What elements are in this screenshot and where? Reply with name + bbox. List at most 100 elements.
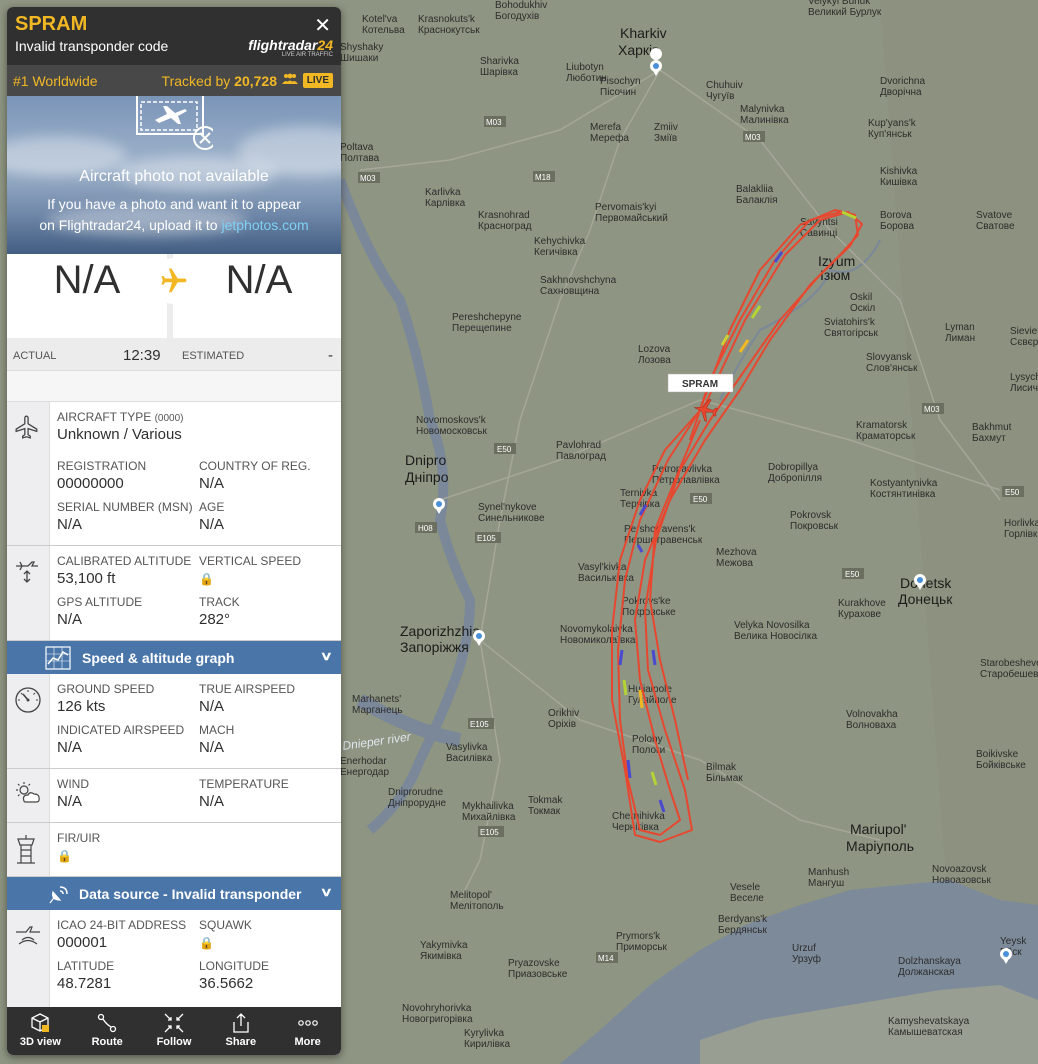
- flightradar24-logo[interactable]: flightradar24 LIVE AIR TRAFFIC: [248, 37, 333, 58]
- city-label-local: Оріхів: [548, 719, 576, 730]
- city-dnipro: Dnipro: [405, 452, 446, 468]
- route-icon: [98, 1013, 117, 1033]
- city-label: Sharivka: [480, 56, 519, 67]
- svg-text:E50: E50: [497, 445, 512, 454]
- city-label: Pokrovsk: [790, 510, 832, 521]
- city-label-local: Волноваха: [846, 720, 897, 731]
- flight-subtitle: Invalid transponder code: [15, 38, 169, 54]
- city-label: Kurakhove: [838, 598, 886, 609]
- route-button[interactable]: Route: [74, 1007, 141, 1055]
- city-label-local: Приморськ: [616, 942, 668, 953]
- city-label-local: Синельникове: [478, 513, 545, 524]
- satellite-icon: [49, 886, 68, 904]
- data-source-toggle[interactable]: Data source - Invalid transponder ∨: [7, 877, 341, 910]
- city-label-local: Добропілля: [768, 472, 822, 484]
- city-label: Dolzhanskaya: [898, 956, 961, 967]
- city-label-local: Перещепине: [452, 323, 512, 334]
- city-label-local: Котельва: [362, 25, 405, 36]
- aircraft-type-label: AIRCRAFT TYPE (0000): [57, 410, 184, 424]
- wind-label: WIND: [57, 777, 89, 791]
- more-button[interactable]: More: [274, 1007, 341, 1055]
- city-label-local: Должанская: [898, 967, 954, 978]
- altitude-section: CALIBRATED ALTITUDE 53,100 ft VERTICAL SP…: [7, 546, 341, 641]
- city-label-local: Лиман: [945, 333, 975, 344]
- city-label-local: Петропавлівка: [652, 475, 720, 486]
- photo-text: If you have a photo and want it to appea…: [39, 196, 309, 233]
- control-tower-icon: [17, 835, 35, 864]
- aircraft-section: AIRCRAFT TYPE (0000) Unknown / Various R…: [7, 402, 341, 546]
- city-label: Novoazovsk: [932, 864, 987, 875]
- city-label-local: Пісочин: [600, 87, 636, 98]
- aircraft-photo-placeholder: Aircraft photo not available If you have…: [7, 96, 341, 254]
- route-section: N/A N/A ACTUAL 12:39 ESTIMATED -: [7, 254, 341, 371]
- city-label-local: Сватове: [976, 221, 1015, 232]
- city-label: Chuhuiv: [706, 80, 743, 91]
- lock-icon[interactable]: 🔒: [199, 936, 214, 950]
- city-label-local: Костянтинівка: [870, 489, 936, 500]
- temperature-label: TEMPERATURE: [199, 777, 289, 791]
- city-label-local: Більмак: [706, 773, 743, 784]
- city-label: Svatove: [976, 210, 1013, 221]
- city-label: Merefa: [590, 122, 622, 133]
- rank-bar: #1 Worldwide Tracked by 20,728 LIVE: [7, 65, 341, 96]
- city-label-local: Оскіл: [850, 303, 875, 314]
- city-label: Dobropillya: [768, 462, 818, 473]
- city-label: Pryazovske: [508, 958, 560, 969]
- city-label: Kotel'va: [362, 14, 398, 25]
- city-label-local: Кегичівка: [534, 247, 578, 258]
- origin-airport[interactable]: N/A: [7, 254, 167, 338]
- transponder-icon: [16, 926, 40, 945]
- city-label: Velykyi Burluk: [808, 0, 871, 7]
- country-value: N/A: [199, 475, 225, 492]
- city-label: Kup'yans'k: [868, 118, 917, 129]
- city-label-local: Сєвєродонецьк: [1010, 337, 1038, 348]
- city-label-local: Лисичанськ: [1010, 383, 1038, 394]
- city-label: Yeysk: [1000, 936, 1027, 947]
- longitude-value: 36.5662: [199, 975, 254, 992]
- city-label: Bohodukhiv: [495, 0, 547, 11]
- city-label: Volnovakha: [846, 709, 898, 720]
- weather-section: WIND N/A TEMPERATURE N/A: [7, 769, 341, 823]
- city-label-local: Святогірськ: [824, 328, 879, 339]
- city-label-local: Павлоград: [556, 451, 606, 462]
- city-label-local: Урзуф: [792, 953, 821, 965]
- speed-altitude-graph-toggle[interactable]: Speed & altitude graph ∨: [7, 641, 341, 674]
- fir-section: FIR/UIR 🔒: [7, 823, 341, 877]
- city-label-local: Куп'янськ: [868, 129, 912, 140]
- city-kharkiv: Kharkiv: [620, 25, 667, 41]
- share-button[interactable]: Share: [207, 1007, 274, 1055]
- city-label-local: Богодухів: [495, 11, 539, 22]
- city-label: Balakliia: [736, 184, 774, 195]
- people-icon: [282, 73, 298, 88]
- actual-time: 12:39: [123, 347, 161, 364]
- city-label: Krasnohrad: [478, 210, 530, 221]
- track-value: 282°: [199, 611, 231, 628]
- more-icon: [297, 1020, 318, 1026]
- 3d-view-button[interactable]: 3D view: [7, 1007, 74, 1055]
- city-label-local: Токмак: [528, 806, 561, 817]
- city-label-local: Новомиколаївка: [560, 635, 636, 646]
- lock-icon[interactable]: 🔒: [57, 849, 72, 863]
- city-label-local: Кишівка: [880, 177, 918, 188]
- city-label-local: Межова: [716, 558, 753, 569]
- true-airspeed-value: N/A: [199, 698, 225, 715]
- destination-airport[interactable]: N/A: [177, 254, 341, 338]
- follow-button[interactable]: Follow: [141, 1007, 208, 1055]
- lock-icon[interactable]: 🔒: [199, 572, 214, 586]
- indicated-airspeed-label: INDICATED AIRSPEED: [57, 723, 185, 737]
- jetphotos-link[interactable]: jetphotos.com: [221, 217, 308, 233]
- svg-text:E105: E105: [480, 828, 499, 837]
- city-label-local: Слов'янськ: [866, 363, 918, 374]
- close-button[interactable]: ✕: [314, 13, 331, 38]
- city-label: Poltava: [340, 142, 374, 153]
- city-label: Velyka Novosilka: [734, 620, 810, 631]
- data-source-label: Data source - Invalid transponder: [79, 886, 302, 902]
- aircraft-callsign-label: SPRAM: [682, 379, 718, 390]
- flight-callsign: SPRAM: [15, 13, 88, 35]
- city-label-local: Борова: [880, 221, 914, 232]
- cube-icon: [31, 1013, 50, 1032]
- city-label: Krasnokuts'k: [418, 14, 476, 25]
- altitude-icon: [16, 561, 38, 583]
- city-label: Mezhova: [716, 547, 757, 558]
- city-label: Manhush: [808, 867, 849, 878]
